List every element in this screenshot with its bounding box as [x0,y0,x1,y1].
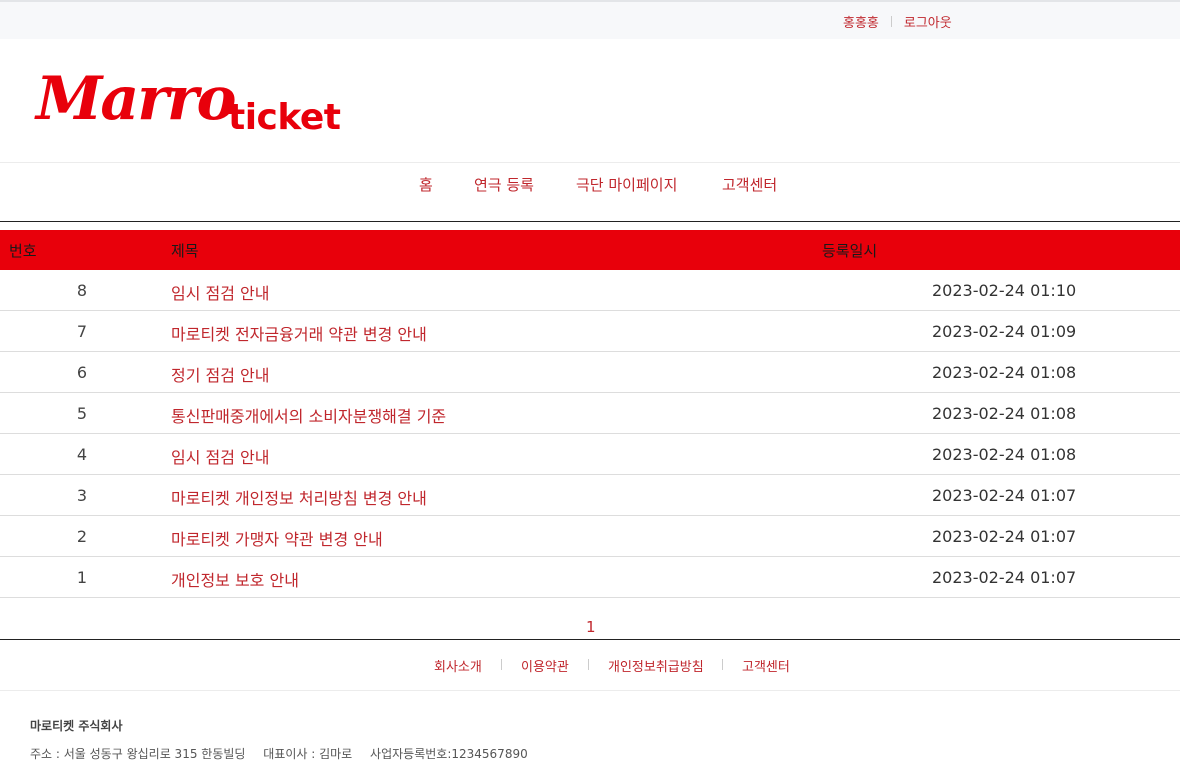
company-address: 주소 : 서울 성동구 왕십리로 315 한동빌딩 [30,747,246,761]
row-title-link[interactable]: 마로티켓 가맹자 약관 변경 안내 [171,526,383,550]
row-date: 2023-02-24 01:07 [932,527,1077,546]
row-title-link[interactable]: 임시 점검 안내 [171,280,270,304]
footer-link-customer-center[interactable]: 고객센터 [742,656,790,675]
table-header: 번호 제목 등록일시 [0,230,1180,270]
row-date: 2023-02-24 01:10 [932,281,1077,300]
footer-link-privacy[interactable]: 개인정보취급방침 [608,656,704,675]
row-date: 2023-02-24 01:07 [932,486,1077,505]
top-utility-bar: 홍홍홍 로그아웃 [0,0,1180,39]
company-info: 주소 : 서울 성동구 왕십리로 315 한동빌딩 대표이사 : 김마로 사업자… [30,745,542,762]
divider [588,659,589,670]
user-name-link[interactable]: 홍홍홍 [843,12,879,31]
table-row: 5 통신판매중개에서의 소비자분쟁해결 기준 2023-02-24 01:08 [0,393,1180,434]
nav-item-customer-center[interactable]: 고객센터 [722,174,777,195]
row-num: 3 [76,486,88,505]
row-date: 2023-02-24 01:08 [932,363,1077,382]
table-row: 1 개인정보 보호 안내 2023-02-24 01:07 [0,557,1180,598]
company-ceo: 대표이사 : 김마로 [263,747,353,761]
table-row: 4 임시 점검 안내 2023-02-24 01:08 [0,434,1180,475]
row-title-link[interactable]: 마로티켓 개인정보 처리방침 변경 안내 [171,485,427,509]
row-num: 8 [76,281,88,300]
business-number: 사업자등록번호:1234567890 [370,747,528,761]
table-row: 3 마로티켓 개인정보 처리방침 변경 안내 2023-02-24 01:07 [0,475,1180,516]
logo-word-text: ticket [228,97,341,138]
row-title-link[interactable]: 개인정보 보호 안내 [171,567,299,591]
company-name: 마로티켓 주식회사 [30,719,123,733]
site-logo[interactable]: Marro ticket [36,64,356,144]
row-num: 2 [76,527,88,546]
row-date: 2023-02-24 01:07 [932,568,1077,587]
header-date: 등록일시 [822,242,878,260]
nav-item-register-play[interactable]: 연극 등록 [474,174,534,195]
main-nav: 홈 연극 등록 극단 마이페이지 고객센터 [0,162,1180,222]
logo-script-text: Marro [36,64,237,134]
row-num: 4 [76,445,88,464]
header-title: 제목 [171,242,199,260]
row-num: 6 [76,363,88,382]
table-row: 6 정기 점검 안내 2023-02-24 01:08 [0,352,1180,393]
divider [890,16,892,27]
footer-nav: 회사소개 이용약관 개인정보취급방침 고객센터 [0,639,1180,691]
table-row: 8 임시 점검 안내 2023-02-24 01:10 [0,270,1180,311]
row-date: 2023-02-24 01:08 [932,404,1077,423]
footer-link-about[interactable]: 회사소개 [434,656,482,675]
row-title-link[interactable]: 정기 점검 안내 [171,362,270,386]
row-title-link[interactable]: 임시 점검 안내 [171,444,270,468]
user-links: 홍홍홍 로그아웃 [843,12,952,31]
row-date: 2023-02-24 01:09 [932,322,1077,341]
row-num: 5 [76,404,88,423]
header-num: 번호 [9,242,37,260]
table-row: 7 마로티켓 전자금융거래 약관 변경 안내 2023-02-24 01:09 [0,311,1180,352]
divider [501,659,502,670]
nav-item-home[interactable]: 홈 [419,174,433,195]
logout-link[interactable]: 로그아웃 [904,12,952,31]
footer-link-terms[interactable]: 이용약관 [521,656,569,675]
row-date: 2023-02-24 01:08 [932,445,1077,464]
row-title-link[interactable]: 마로티켓 전자금융거래 약관 변경 안내 [171,321,427,345]
row-title-link[interactable]: 통신판매중개에서의 소비자분쟁해결 기준 [171,403,446,427]
row-num: 7 [76,322,88,341]
notice-table: 번호 제목 등록일시 8 임시 점검 안내 2023-02-24 01:10 7… [0,230,1180,598]
divider [722,659,723,670]
row-num: 1 [76,568,88,587]
table-row: 2 마로티켓 가맹자 약관 변경 안내 2023-02-24 01:07 [0,516,1180,557]
pagination-page-1[interactable]: 1 [586,618,596,636]
nav-item-troupe-mypage[interactable]: 극단 마이페이지 [576,174,677,195]
